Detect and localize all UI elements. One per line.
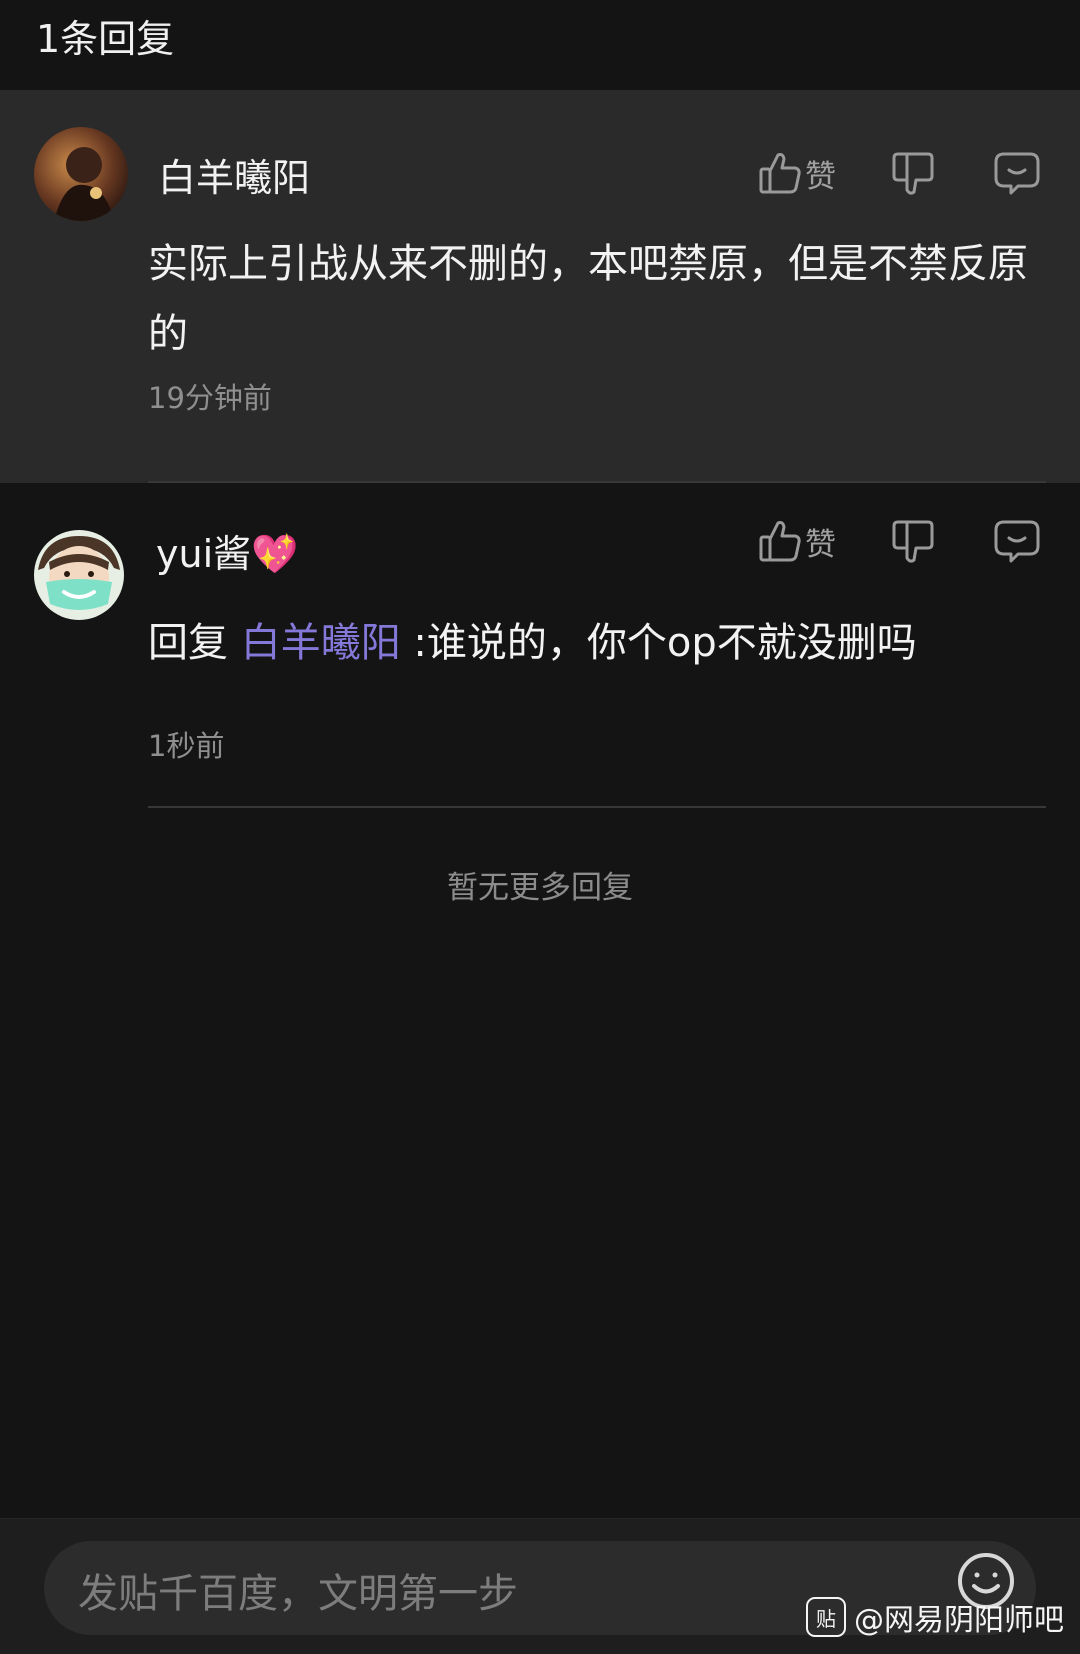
avatar-image <box>34 530 124 620</box>
thumbs-down-icon <box>892 150 934 196</box>
watermark: 贴 @网易阴阳师吧 <box>806 1595 1064 1639</box>
comment-icon <box>994 519 1040 563</box>
thumbs-up-icon <box>759 519 801 563</box>
username-text: yui酱 <box>156 532 252 576</box>
reply-button[interactable] <box>994 151 1040 195</box>
avatar[interactable] <box>34 530 124 620</box>
main-comment: 白羊曦阳 赞 实际上引战从来不删的，本吧禁原，但是不禁反原的 19分钟前 <box>0 90 1080 483</box>
comment-time: 19分钟前 <box>148 381 272 415</box>
like-label: 赞 <box>805 158 836 195</box>
comment-input-placeholder: 发贴千百度，文明第一步 <box>78 1571 518 1617</box>
sparkling-heart-emoji: 💖 <box>251 532 299 576</box>
tieba-logo-icon: 贴 <box>806 1597 846 1637</box>
reply-count-title: 1条回复 <box>36 17 175 61</box>
comment-actions: 赞 <box>759 150 1040 196</box>
avatar-image <box>34 127 128 221</box>
thumbs-down-icon <box>892 518 934 564</box>
comment-time: 1秒前 <box>148 729 225 763</box>
divider <box>148 806 1046 808</box>
thumbs-up-icon <box>759 151 801 195</box>
header: 1条回复 <box>0 0 1080 90</box>
reply-text: 回复 白羊曦阳 :谁说的，你个op不就没删吗 <box>148 608 1038 678</box>
comment-icon <box>994 151 1040 195</box>
like-button[interactable]: 赞 <box>759 151 836 196</box>
avatar[interactable] <box>34 127 128 221</box>
like-button[interactable]: 赞 <box>759 519 836 564</box>
watermark-text: @网易阴阳师吧 <box>854 1603 1064 1638</box>
username[interactable]: 白羊曦阳 <box>158 147 310 202</box>
reply-prefix: 回复 <box>148 620 241 666</box>
mention-link[interactable]: 白羊曦阳 <box>241 620 401 666</box>
comment-actions: 赞 <box>759 518 1040 564</box>
reply-body: :谁说的，你个op不就没删吗 <box>400 620 917 666</box>
dislike-button[interactable] <box>892 150 934 196</box>
dislike-button[interactable] <box>892 518 934 564</box>
like-label: 赞 <box>805 526 836 563</box>
no-more-replies: 暂无更多回复 <box>447 870 633 906</box>
reply-button[interactable] <box>994 519 1040 563</box>
comment-text: 实际上引战从来不删的，本吧禁原，但是不禁反原的 <box>148 241 1028 357</box>
reply-comment: yui酱💖 赞 回复 白羊曦阳:谁说的，你个op不就没删吗 1秒前 <box>0 483 1080 808</box>
username[interactable]: yui酱💖 <box>156 523 298 578</box>
